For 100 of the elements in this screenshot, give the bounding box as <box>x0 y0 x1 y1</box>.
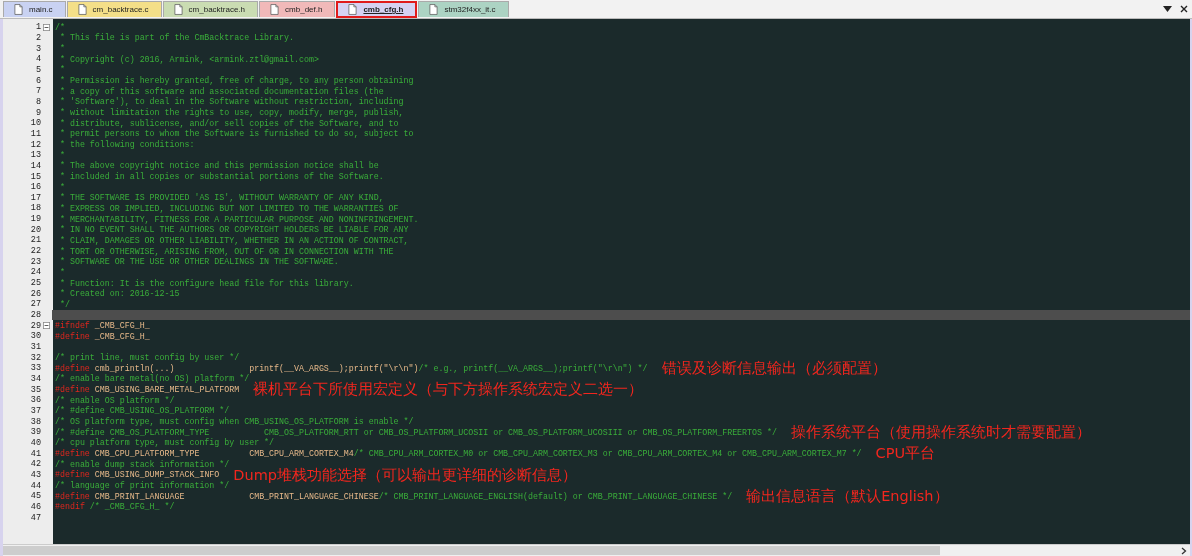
code-comment: * THE SOFTWARE IS PROVIDED 'AS IS', WITHOUT WARRANTY OF ANY KIND, <box>58 193 384 203</box>
line-number: 18 <box>29 203 41 214</box>
code-identifier: CMB_USING_BARE_METAL_PLATFORM <box>93 385 240 395</box>
code-comment: * MERCHANTABILITY, FITNESS FOR A PARTICULAR PURPOSE AND NONINFRINGEMENT. <box>58 214 419 224</box>
line-number: 37 <box>29 405 41 416</box>
file-tab[interactable]: stm32f4xx_it.c <box>418 1 509 17</box>
line-number: 29 <box>29 320 41 331</box>
code-comment: /* enable OS platform */ <box>55 395 175 405</box>
scroll-right-icon[interactable] <box>1181 546 1187 555</box>
line-number: 10 <box>29 118 41 129</box>
line-number: 35 <box>29 384 41 395</box>
line-number: 17 <box>29 192 41 203</box>
file-tab[interactable]: main.c <box>3 1 66 17</box>
code-comment: * distribute, sublicense, and/or sell copies of the Software, and to <box>58 118 399 128</box>
file-icon <box>429 4 439 15</box>
horizontal-scrollbar[interactable] <box>3 544 1190 556</box>
code-comment: * Permission is hereby granted, free of charge, to any person obtaining <box>58 76 414 86</box>
code-identifier: CMB_USING_DUMP_STACK_INFO <box>93 470 220 480</box>
annotation-text: Dump堆栈功能选择（可以输出更详细的诊断信息） <box>233 467 577 483</box>
file-icon <box>348 4 358 15</box>
line-number: 42 <box>29 459 41 470</box>
code-comment: * EXPRESS OR IMPLIED, INCLUDING BUT NOT LIMITED TO THE WARRANTIES OF <box>58 204 399 213</box>
code-comment: /* #define CMB_OS_PLATFORM_TYPE CMB_OS_PLATFORM_RTT or CMB_OS_PLATFORM_UCOSII or CMB_OS_PLATFORM_UCOSIII or CMB_OS_PLATFORM_FREERTOS */ <box>55 427 777 437</box>
line-number: 1 <box>34 22 41 33</box>
line-number: 46 <box>29 501 41 512</box>
line-number: 16 <box>29 182 41 193</box>
line-number: 34 <box>29 374 41 384</box>
line-number: 33 <box>29 363 41 374</box>
preprocessor-keyword: #define <box>55 470 90 480</box>
scrollbar-thumb[interactable] <box>3 546 940 555</box>
line-number: 25 <box>29 278 41 289</box>
line-number: 44 <box>29 480 41 491</box>
line-number: 27 <box>29 299 41 310</box>
preprocessor-keyword: #endif <box>55 502 85 512</box>
line-number: 20 <box>29 224 41 235</box>
code-comment: */ <box>58 299 70 309</box>
code-comment: /* CMB_PRINT_LANGUAGE_ENGLISH(default) or CMB_PRINT_LANGUAGE_CHINESE */ <box>378 491 733 501</box>
code-comment: * Created on: 2016-12-15 <box>58 289 180 299</box>
preprocessor-keyword: #define <box>55 385 90 395</box>
file-tab[interactable]: cm_backtrace.h <box>162 1 259 17</box>
code-comment: /* enable bare metal(no OS) platform */ <box>55 374 250 384</box>
preprocessor-keyword: #define <box>55 363 90 373</box>
code-comment: /* CMB_CPU_ARM_CORTEX_M0 or CMB_CPU_ARM_CORTEX_M3 or CMB_CPU_ARM_CORTEX_M4 or CMB_CPU_ARM_CORTEX_M7 */ <box>353 449 862 459</box>
line-number: 9 <box>34 107 41 118</box>
line-number: 2 <box>34 33 41 43</box>
close-icon[interactable] <box>1180 5 1188 13</box>
line-number: 13 <box>29 150 41 161</box>
line-number: 4 <box>34 54 41 65</box>
code-identifier: CMB_CPU_PLATFORM_TYPE CMB_CPU_ARM_CORTEX_M4 <box>93 449 354 459</box>
line-number: 7 <box>34 86 41 97</box>
code-identifier: CMB_PRINT_LANGUAGE CMB_PRINT_LANGUAGE_CHINESE <box>93 491 379 501</box>
code-comment: * the following conditions: <box>58 140 195 150</box>
fold-icon[interactable] <box>43 322 50 330</box>
code-comment: /* OS platform type, must config when CMB_USING_OS_PLATFORM is enable */ <box>55 417 414 427</box>
code-comment: * 'Software'), to deal in the Software without restriction, including <box>58 97 404 107</box>
line-number: 43 <box>29 469 41 480</box>
code-comment: * Copyright (c) 2016, Armink, <armink.ztl@gmail.com> <box>58 54 319 64</box>
line-number: 39 <box>29 427 41 438</box>
line-number: 3 <box>34 43 41 54</box>
code-comment: /* print line, must config by user */ <box>55 353 240 363</box>
file-icon <box>173 4 183 15</box>
code-comment: /* <box>55 22 65 32</box>
preprocessor-keyword: #define <box>55 491 90 501</box>
code-comment: /* _CMB_CFG_H_ */ <box>88 502 175 512</box>
code-comment: /* #define CMB_USING_OS_PLATFORM */ <box>55 406 230 416</box>
file-icon <box>77 4 87 15</box>
code-identifier: _CMB_CFG_H_ <box>93 331 150 341</box>
annotation-text: CPU平台 <box>875 446 936 461</box>
line-number: 14 <box>29 160 41 171</box>
line-number: 15 <box>29 171 41 182</box>
code-comment: * permit persons to whom the Software is furnished to do so, subject to <box>58 129 414 139</box>
fold-icon[interactable] <box>43 23 50 31</box>
code-comment: * The above copyright notice and this permission notice shall be <box>58 161 379 171</box>
line-number: 5 <box>34 64 41 75</box>
file-icon <box>270 4 280 15</box>
line-number: 31 <box>29 342 41 352</box>
dropdown-icon[interactable] <box>1163 6 1172 12</box>
line-number: 19 <box>29 214 41 225</box>
line-number: 40 <box>29 437 41 448</box>
line-number: 22 <box>29 246 41 257</box>
code-comment: * IN NO EVENT SHALL THE AUTHORS OR COPYRIGHT HOLDERS BE LIABLE FOR ANY <box>58 225 409 235</box>
line-number: 23 <box>29 256 41 267</box>
line-number: 45 <box>29 491 41 502</box>
file-tab[interactable]: cmb_cfg.h <box>336 1 418 18</box>
code-comment: /* cpu platform type, must config by user */ <box>55 438 275 448</box>
code-comment: /* language of print information */ <box>55 481 230 491</box>
annotation-text: 错误及诊断信息输出（必须配置） <box>661 361 887 376</box>
line-number: 41 <box>29 448 41 459</box>
line-number: 11 <box>29 128 41 139</box>
file-tab[interactable]: cmb_def.h <box>259 1 336 17</box>
file-tab[interactable]: cm_backtrace.c <box>66 1 162 17</box>
annotation-text: 输出信息语言（默认English） <box>746 488 949 504</box>
code-comment: * TORT OR OTHERWISE, ARISING FROM, OUT OF OR IN CONNECTION WITH THE <box>58 246 394 256</box>
line-number: 28 <box>29 310 41 321</box>
code-identifier: _CMB_CFG_H_ <box>93 321 150 331</box>
code-comment: * SOFTWARE OR THE USE OR OTHER DEALINGS IN THE SOFTWARE. <box>58 257 339 267</box>
code-comment: * <box>58 65 65 75</box>
line-number: 6 <box>34 75 41 86</box>
line-number: 24 <box>29 267 41 278</box>
line-number: 47 <box>29 512 41 523</box>
